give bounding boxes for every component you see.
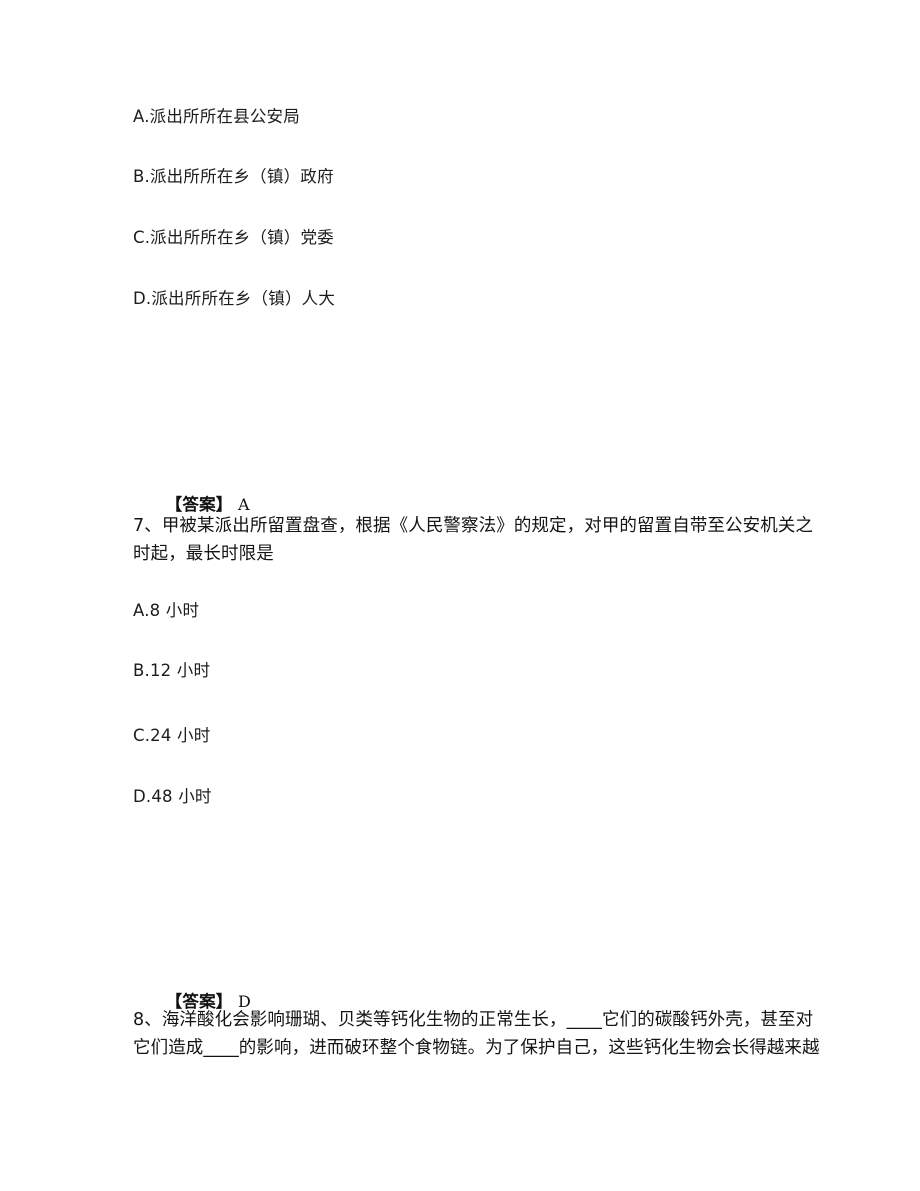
question-8-stem: 8、海洋酸化会影响珊瑚、贝类等钙化生物的正常生长，____它们的碳酸钙外壳，甚至… — [133, 1006, 820, 1063]
question-7-option-d: D.48 小时 — [133, 787, 212, 806]
question-8-stem-line-2: 它们造成____的影响，进而破环整个食物链。为了保护自己，这些钙化生物会长得越来… — [133, 1038, 820, 1059]
question-7-stem: 7、甲被某派出所留置盘查，根据《人民警察法》的规定，对甲的留置自带至公安机关之 … — [133, 512, 814, 569]
question-7-option-a: A.8 小时 — [133, 601, 200, 620]
question-6-option-d: D.派出所所在乡（镇）人大 — [133, 289, 336, 308]
question-6-option-c: C.派出所所在乡（镇）党委 — [133, 228, 334, 247]
question-7-option-c: C.24 小时 — [133, 726, 211, 745]
question-7-stem-line-2: 时起，最长时限是 — [133, 544, 274, 565]
question-8-stem-line-1: 8、海洋酸化会影响珊瑚、贝类等钙化生物的正常生长，____它们的碳酸钙外壳，甚至… — [133, 1010, 814, 1030]
question-6-option-a: A.派出所所在县公安局 — [133, 107, 300, 126]
document-page: A.派出所所在县公安局 B.派出所所在乡（镇）政府 C.派出所所在乡（镇）党委 … — [0, 0, 920, 1191]
question-7-option-b: B.12 小时 — [133, 661, 211, 680]
question-6-option-b: B.派出所所在乡（镇）政府 — [133, 167, 334, 186]
question-7-stem-line-1: 7、甲被某派出所留置盘查，根据《人民警察法》的规定，对甲的留置自带至公安机关之 — [133, 516, 814, 536]
